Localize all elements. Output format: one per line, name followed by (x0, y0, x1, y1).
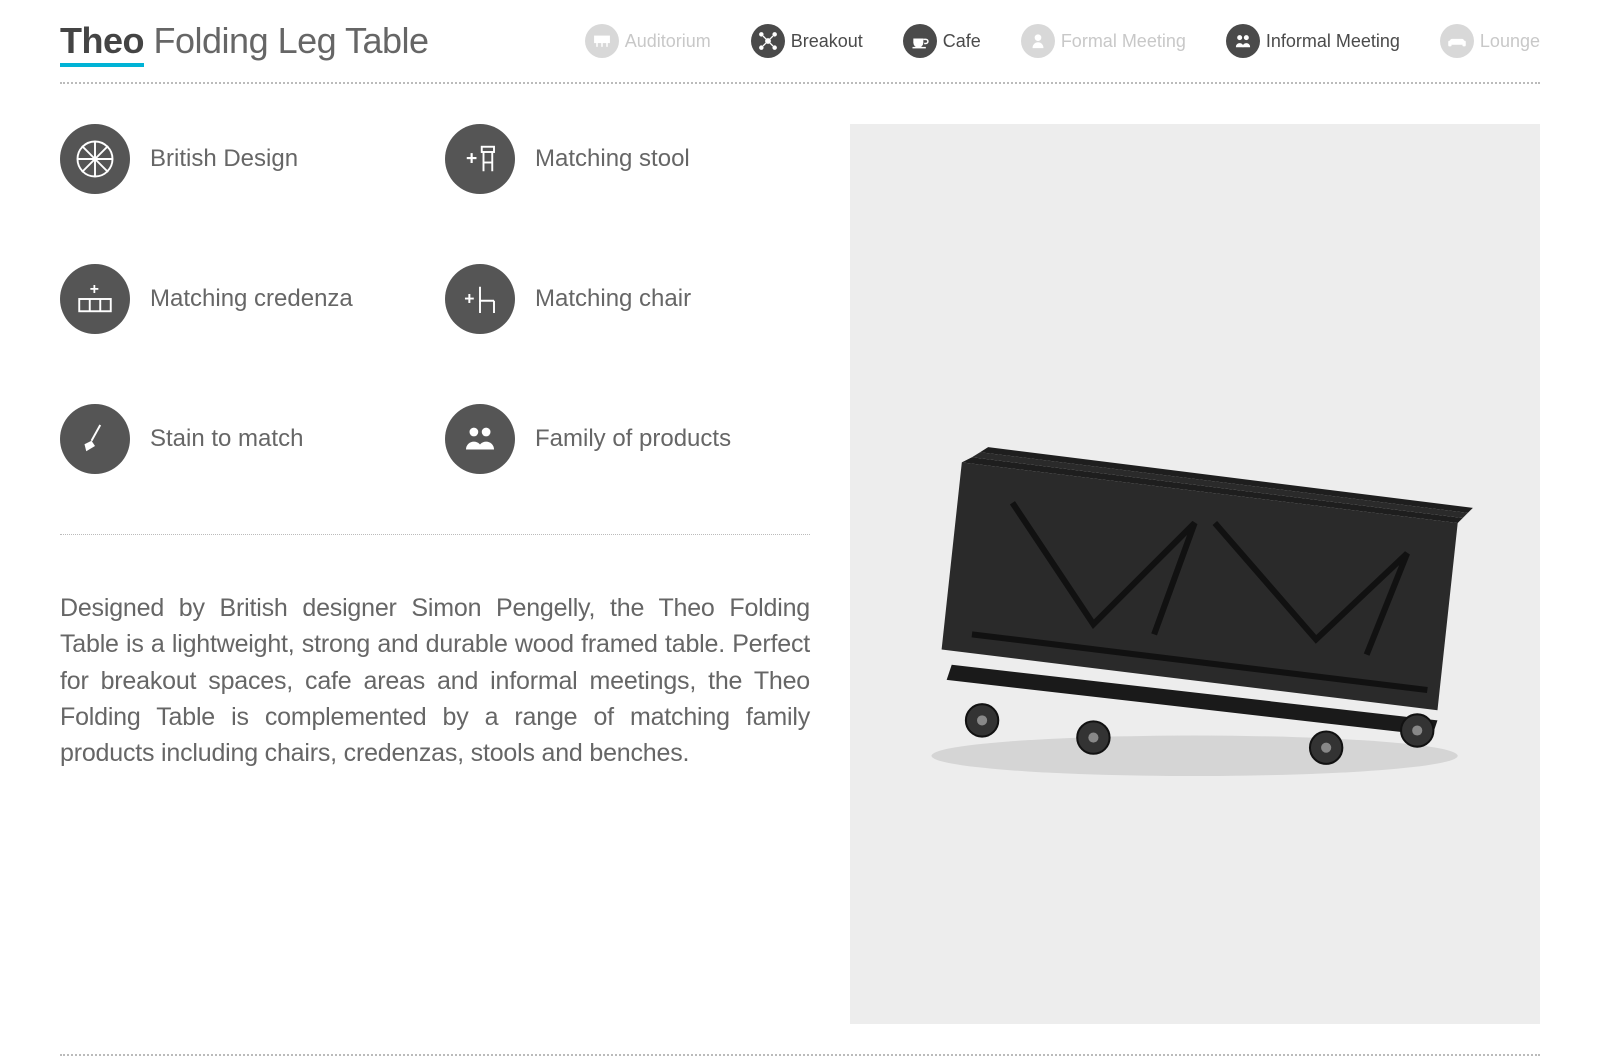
feature-matching-stool: + Matching stool (445, 124, 810, 194)
category-nav: Auditorium Breakout Cafe Formal Meeting (585, 24, 1540, 58)
feature-label: British Design (150, 145, 298, 173)
british-design-icon (60, 124, 130, 194)
svg-text:+: + (466, 148, 477, 169)
bottom-divider (60, 1054, 1540, 1056)
formal-meeting-icon (1021, 24, 1055, 58)
nav-label: Cafe (943, 31, 981, 52)
family-icon (445, 404, 515, 474)
credenza-icon: + (60, 264, 130, 334)
chair-icon: + (445, 264, 515, 334)
feature-label: Matching credenza (150, 285, 353, 313)
product-description: Designed by British designer Simon Penge… (60, 590, 810, 771)
nav-label: Formal Meeting (1061, 31, 1186, 52)
content-area: British Design + Matching stool + Matchi… (60, 84, 1540, 1024)
feature-label: Stain to match (150, 425, 303, 453)
cafe-icon (903, 24, 937, 58)
nav-auditorium[interactable]: Auditorium (585, 24, 711, 58)
features-grid: British Design + Matching stool + Matchi… (60, 124, 810, 535)
informal-meeting-icon (1226, 24, 1260, 58)
feature-label: Family of products (535, 425, 731, 453)
product-image-panel (850, 124, 1540, 1024)
brand-name: Theo (60, 20, 144, 67)
nav-cafe[interactable]: Cafe (903, 24, 981, 58)
nav-lounge[interactable]: Lounge (1440, 24, 1540, 58)
nav-label: Lounge (1480, 31, 1540, 52)
feature-british-design: British Design (60, 124, 425, 194)
nav-label: Informal Meeting (1266, 31, 1400, 52)
lounge-icon (1440, 24, 1474, 58)
feature-label: Matching chair (535, 285, 691, 313)
feature-matching-credenza: + Matching credenza (60, 264, 425, 334)
nav-label: Breakout (791, 31, 863, 52)
brush-icon (60, 404, 130, 474)
nav-breakout[interactable]: Breakout (751, 24, 863, 58)
nav-formal-meeting[interactable]: Formal Meeting (1021, 24, 1186, 58)
feature-family-products: Family of products (445, 404, 810, 474)
auditorium-icon (585, 24, 619, 58)
svg-text:+: + (464, 288, 474, 308)
stool-icon: + (445, 124, 515, 194)
folded-tables-on-trolley-image (891, 370, 1498, 838)
feature-label: Matching stool (535, 145, 690, 173)
nav-label: Auditorium (625, 31, 711, 52)
left-column: British Design + Matching stool + Matchi… (60, 124, 810, 1024)
page-title: Theo Folding Leg Table (60, 20, 429, 62)
page-header: Theo Folding Leg Table Auditorium Breako… (60, 20, 1540, 84)
breakout-icon (751, 24, 785, 58)
svg-text:+: + (90, 281, 99, 298)
feature-matching-chair: + Matching chair (445, 264, 810, 334)
feature-stain-to-match: Stain to match (60, 404, 425, 474)
product-name: Folding Leg Table (154, 20, 429, 61)
nav-informal-meeting[interactable]: Informal Meeting (1226, 24, 1400, 58)
